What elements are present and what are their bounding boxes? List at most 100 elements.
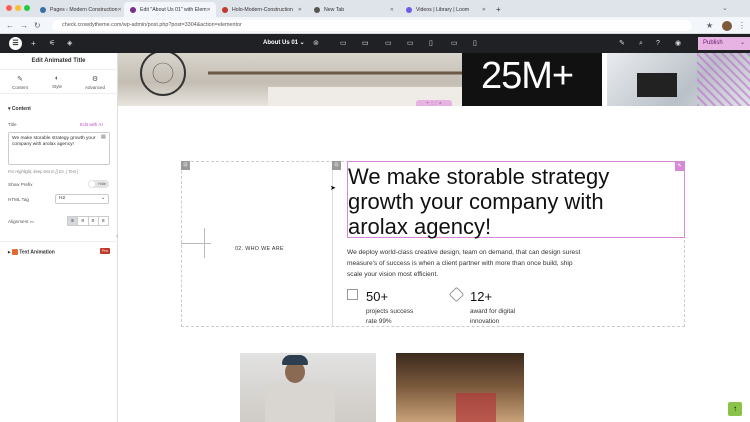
device-desktop-icon[interactable]: ▭ — [340, 38, 347, 49]
dynamic-tags-icon[interactable]: ▤ — [101, 134, 106, 140]
caption-line: innovation — [470, 318, 500, 325]
pink-pattern — [697, 53, 750, 106]
stat-awards-caption: award for digital innovation — [470, 307, 515, 327]
intro-paragraph: We deploy world-class creative design, t… — [347, 249, 581, 278]
tab-label: New Tab — [324, 6, 345, 13]
team-photo-2 — [396, 353, 524, 422]
panel-title-text: Edit Animated Title — [31, 58, 86, 64]
align-justify-icon[interactable]: ≡ — [97, 217, 108, 225]
device-tablet-landscape-icon[interactable]: ▭ — [407, 38, 414, 49]
address-bar-row: ← → ↻ check.crowdytheme.com/wp-admin/pos… — [0, 17, 750, 34]
new-tab-button[interactable]: + — [493, 2, 507, 17]
alignment-control: ≡ ≡ ≡ ≡ — [67, 216, 109, 226]
align-left-icon[interactable]: ≡ — [68, 217, 78, 225]
caption-line: rate 99% — [366, 318, 392, 325]
sweater-shape — [265, 383, 335, 422]
section-label: Content — [11, 106, 31, 112]
column-edit-icon[interactable]: ⊡ — [181, 161, 190, 170]
tab-label: Style — [51, 84, 62, 89]
tab-close-icon[interactable]: ✕ — [117, 7, 121, 13]
title-textarea[interactable]: We make storable strategy growth your co… — [8, 132, 110, 165]
extension-icon[interactable]: ★ — [706, 20, 713, 31]
section-handle[interactable]: + ⋮⋮ × — [416, 100, 452, 106]
device-tablet-icon[interactable]: ▯ — [429, 38, 433, 49]
hero-image-office — [607, 53, 750, 106]
window-minimize-icon[interactable] — [15, 5, 21, 11]
tab-style[interactable]: ◐ Style — [42, 75, 72, 89]
window-close-icon[interactable] — [6, 5, 12, 11]
stat-projects-caption: projects success rate 99% — [366, 307, 413, 327]
tab-close-icon[interactable]: ✕ — [390, 7, 394, 13]
browser-tab-elementor[interactable]: Edit "About Us 01" with Elem ✕ — [124, 2, 216, 17]
device-mobile-landscape-icon[interactable]: ▭ — [451, 38, 458, 49]
browser-tab-holo[interactable]: Holo-Modern-Construction ✕ — [216, 2, 308, 17]
mouse-cursor-icon: ➤ — [330, 185, 336, 192]
url-input[interactable]: check.crowdytheme.com/wp-admin/post.php?… — [52, 20, 692, 31]
alignment-label: Alignment ▭ — [8, 219, 34, 225]
stat-banner: 25M+ — [462, 53, 602, 106]
hint-text: For Highlight, keep text in [[ Ex. ] Tex… — [8, 169, 79, 174]
animated-title-heading: We make storable strategy growth your co… — [348, 164, 610, 239]
page-title-dropdown[interactable]: About Us 01 ⌄ — [263, 39, 305, 48]
caption-line: projects success — [366, 308, 414, 315]
site-settings-icon[interactable]: ⊚ — [313, 38, 319, 49]
window-maximize-icon[interactable] — [24, 5, 30, 11]
elementor-logo-icon[interactable]: ☰ — [9, 37, 22, 50]
widget-edit-icon[interactable]: ✎ — [675, 162, 684, 171]
edit-with-ai-button[interactable]: Edit with AI — [80, 122, 103, 127]
settings-sliders-icon[interactable]: ⚟ — [49, 38, 55, 49]
browser-tab-new[interactable]: New Tab ✕ — [308, 2, 400, 17]
tab-content[interactable]: ✎ Content — [5, 75, 35, 90]
forward-icon[interactable]: → — [20, 20, 28, 31]
stat-projects-value: 50+ — [366, 289, 389, 304]
browser-menu-icon[interactable]: ⋮ — [738, 20, 746, 31]
section-text-animation-header[interactable]: ▸ Text Animation — [8, 249, 55, 255]
title-label: Title — [8, 122, 17, 127]
back-icon[interactable]: ← — [6, 20, 14, 31]
help-icon[interactable]: ? — [656, 38, 660, 49]
layers-icon[interactable]: ◈ — [67, 38, 72, 49]
tab-advanced[interactable]: ⚙ Advanced — [80, 75, 110, 90]
publish-label: Publish — [703, 40, 723, 46]
column-edit-icon-2[interactable]: ⊡ — [332, 161, 341, 170]
html-tag-value: H2 — [59, 196, 66, 201]
scroll-to-top-button[interactable]: ↑ — [728, 402, 742, 416]
notes-icon[interactable]: ✎ — [619, 38, 625, 49]
show-prefix-toggle[interactable]: Hide — [88, 180, 109, 188]
pro-badge: Pro — [100, 248, 110, 254]
editor-canvas: 25M+ + ⋮⋮ × ⊡ ⊡ 02. WHO WE ARE We make s… — [118, 53, 750, 422]
materials-shape — [456, 393, 496, 422]
title-textarea-value: We make storable strategy growth your co… — [12, 136, 96, 147]
animation-icon — [11, 249, 18, 255]
crosshair-decoration-vertical — [204, 228, 205, 258]
team-photo-1 — [240, 353, 376, 422]
browser-profile-icon[interactable]: ⌄ — [722, 3, 728, 14]
avatar[interactable] — [722, 21, 732, 31]
section-label-who-we-are: 02. WHO WE ARE — [235, 246, 284, 252]
cap-shape — [282, 355, 308, 365]
tab-close-icon[interactable]: ✕ — [298, 7, 302, 13]
device-widescreen-icon[interactable]: ▭ — [385, 38, 392, 49]
reload-icon[interactable]: ↻ — [34, 20, 41, 31]
add-element-icon[interactable]: + — [31, 38, 36, 49]
tab-close-icon[interactable]: ✕ — [482, 7, 486, 13]
device-mobile-icon[interactable]: ▯ — [473, 38, 477, 49]
tab-favicon-icon — [130, 6, 136, 13]
device-laptop-icon[interactable]: ▭ — [362, 38, 369, 49]
section-content-header[interactable]: ▾ Content — [8, 106, 31, 112]
section-label: Text Animation — [19, 249, 55, 256]
align-center-icon[interactable]: ≡ — [77, 217, 87, 225]
html-tag-select[interactable]: H2 ⌄ — [55, 194, 109, 204]
preview-eye-icon[interactable]: ◉ — [675, 38, 681, 49]
stat-banner-value: 25M+ — [481, 55, 574, 97]
browser-tab-loom[interactable]: Videos | Library | Loom ✕ — [400, 2, 492, 17]
tab-close-icon[interactable]: ✕ — [207, 7, 211, 13]
publish-button[interactable]: Publish ⌄ — [698, 37, 750, 50]
tab-favicon-icon — [40, 6, 46, 13]
browser-tab-pages[interactable]: Pages ‹ Modern Construction ✕ — [34, 2, 124, 17]
align-right-icon[interactable]: ≡ — [87, 217, 98, 225]
animated-title-widget[interactable]: We make storable strategy growth your co… — [347, 161, 685, 239]
divider — [0, 69, 118, 70]
search-icon[interactable]: ⌕ — [639, 38, 643, 49]
pencil-icon: ✎ — [17, 76, 23, 83]
